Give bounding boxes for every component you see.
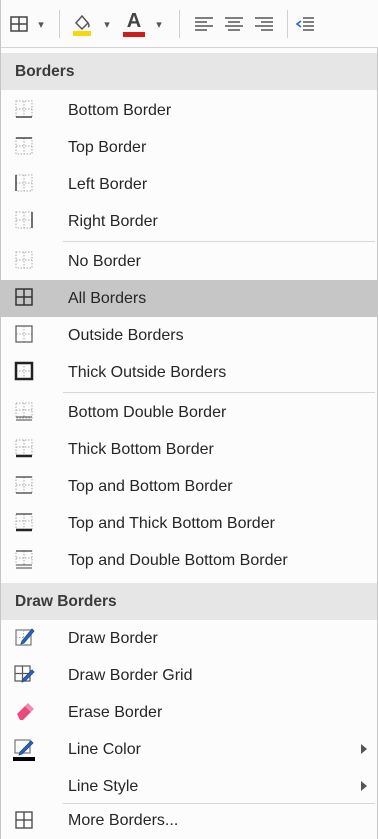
menu-item-label: Outside Borders — [68, 327, 184, 344]
menu-separator — [63, 392, 375, 393]
menu-item-top-border[interactable]: Top Border — [1, 129, 377, 166]
menu-item-label: Top and Thick Bottom Border — [68, 515, 275, 532]
toolbar-separator — [179, 10, 180, 38]
menu-item-label: Top Border — [68, 139, 147, 156]
menu-item-label: Top and Double Bottom Border — [68, 552, 288, 569]
menu-item-top-and-thick-bottom-border[interactable]: Top and Thick Bottom Border — [1, 505, 377, 542]
top-and-double-bottom-border-icon — [13, 548, 37, 572]
bottom-double-border-icon — [13, 400, 37, 424]
menu-item-line-style[interactable]: Line Style — [1, 768, 377, 805]
bottom-border-icon — [13, 98, 37, 122]
menu-item-label: All Borders — [68, 290, 147, 307]
font-color-caret[interactable]: ▾ — [151, 8, 167, 40]
outside-borders-icon — [13, 323, 37, 347]
borders-dropdown-menu: ▾ ▾ A ▾ Borders Bottom Border Top Border… — [0, 0, 378, 839]
font-color-bar — [123, 31, 145, 37]
menu-separator — [63, 241, 375, 242]
paint-bucket-icon[interactable] — [67, 8, 97, 40]
top-border-icon — [13, 135, 37, 159]
menu-item-label: Thick Bottom Border — [68, 441, 214, 458]
menu-item-all-borders[interactable]: All Borders — [1, 280, 377, 317]
section-header-borders: Borders — [1, 53, 377, 90]
menu-item-top-and-bottom-border[interactable]: Top and Bottom Border — [1, 468, 377, 505]
menu-item-line-color[interactable]: Line Color — [1, 731, 377, 768]
menu-item-draw-border-grid[interactable]: Draw Border Grid — [1, 657, 377, 694]
borders-dropdown-caret[interactable]: ▾ — [33, 8, 49, 40]
section-header-draw-borders: Draw Borders — [1, 583, 377, 620]
menu-item-thick-bottom-border[interactable]: Thick Bottom Border — [1, 431, 377, 468]
menu-item-label: Bottom Border — [68, 102, 172, 119]
more-borders-icon — [13, 809, 37, 833]
menu-item-bottom-border[interactable]: Bottom Border — [1, 92, 377, 129]
menu-item-label: Line Style — [68, 778, 139, 795]
no-border-icon — [13, 249, 37, 273]
menu-item-label: Line Color — [68, 741, 141, 758]
align-center-icon[interactable] — [221, 8, 247, 40]
pencil-grid-icon — [13, 663, 37, 687]
menu-item-more-borders[interactable]: More Borders... — [1, 803, 377, 839]
fill-color-caret[interactable]: ▾ — [99, 8, 115, 40]
align-right-icon[interactable] — [251, 8, 277, 40]
font-color-letter: A — [126, 9, 142, 32]
line-color-pencil-icon — [13, 737, 37, 761]
thick-bottom-border-icon — [13, 437, 37, 461]
menu-item-label: Draw Border Grid — [68, 667, 193, 684]
thick-outside-borders-icon — [13, 360, 37, 384]
toolbar-separator — [59, 10, 60, 38]
pencil-border-icon — [13, 626, 37, 650]
menu-item-label: No Border — [68, 253, 141, 270]
submenu-arrow-icon — [361, 781, 367, 791]
menu-item-thick-outside-borders[interactable]: Thick Outside Borders — [1, 354, 377, 391]
menu-item-left-border[interactable]: Left Border — [1, 166, 377, 203]
menu-item-erase-border[interactable]: Erase Border — [1, 694, 377, 731]
font-color-icon[interactable]: A — [119, 8, 149, 40]
eraser-icon — [13, 700, 37, 724]
top-and-bottom-border-icon — [13, 474, 37, 498]
top-and-thick-bottom-border-icon — [13, 511, 37, 535]
menu-item-label: Erase Border — [68, 704, 163, 721]
menu-item-right-border[interactable]: Right Border — [1, 203, 377, 240]
submenu-arrow-icon — [361, 744, 367, 754]
menu-item-label: More Borders... — [68, 812, 179, 829]
left-border-icon — [13, 172, 37, 196]
menu-item-label: Draw Border — [68, 630, 158, 647]
menu-item-label: Bottom Double Border — [68, 404, 227, 421]
table-borders-icon[interactable] — [7, 8, 31, 40]
menu-item-draw-border[interactable]: Draw Border — [1, 620, 377, 657]
menu-item-no-border[interactable]: No Border — [1, 243, 377, 280]
align-left-icon[interactable] — [191, 8, 217, 40]
all-borders-icon — [13, 286, 37, 310]
formatting-toolbar: ▾ ▾ A ▾ — [1, 0, 378, 48]
menu-item-bottom-double-border[interactable]: Bottom Double Border — [1, 394, 377, 431]
menu-item-label: Thick Outside Borders — [68, 364, 227, 381]
menu-item-outside-borders[interactable]: Outside Borders — [1, 317, 377, 354]
menu-item-label: Right Border — [68, 213, 158, 230]
menu-item-label: Left Border — [68, 176, 148, 193]
menu-item-label: Top and Bottom Border — [68, 478, 233, 495]
menu-item-top-and-double-bottom-border[interactable]: Top and Double Bottom Border — [1, 542, 377, 579]
decrease-indent-icon[interactable] — [293, 8, 317, 40]
right-border-icon — [13, 209, 37, 233]
toolbar-separator — [287, 10, 288, 38]
